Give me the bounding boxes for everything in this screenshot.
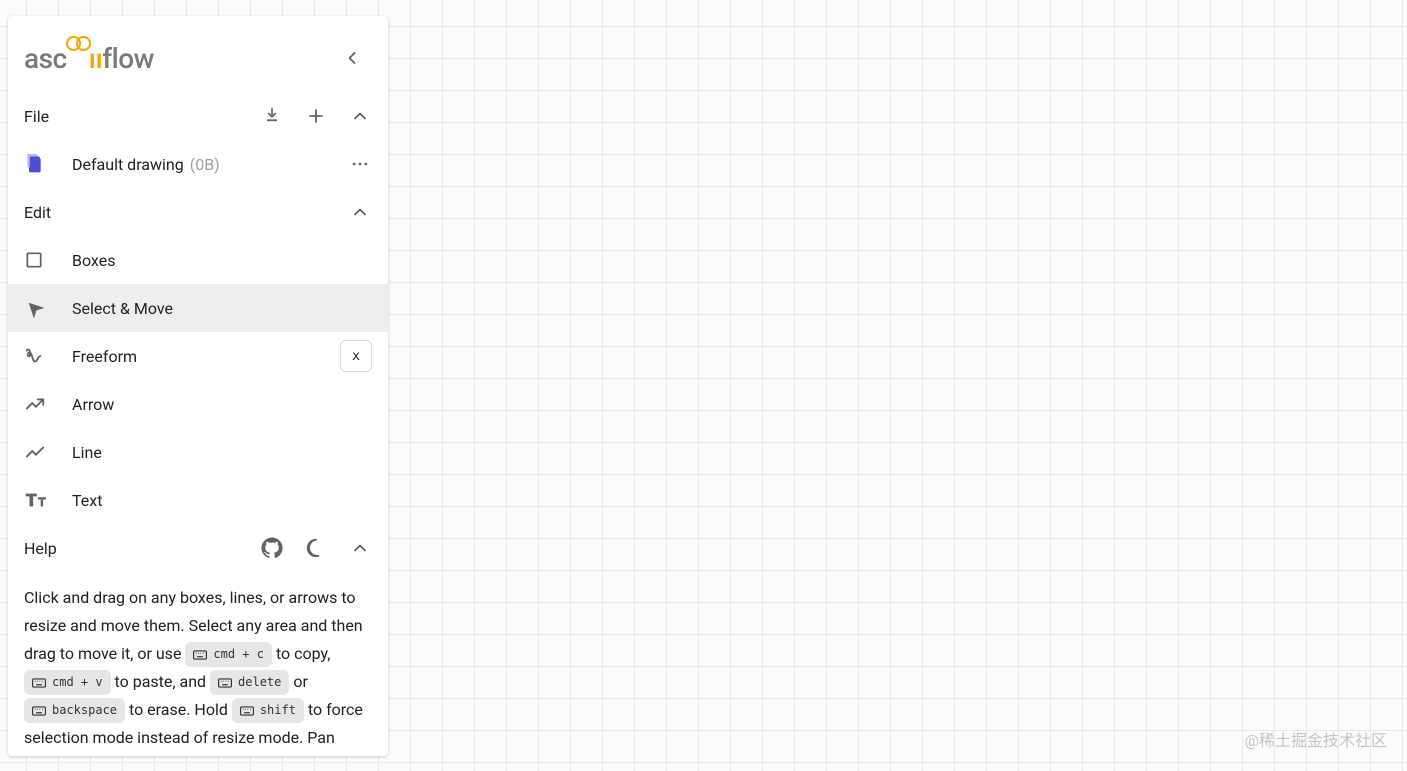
chevron-left-icon	[342, 48, 362, 68]
help-description: Click and drag on any boxes, lines, or a…	[8, 572, 388, 752]
gesture-icon	[24, 345, 46, 367]
tool-freeform-label: Freeform	[72, 347, 340, 366]
kbd-delete: delete	[210, 670, 289, 695]
box-icon	[24, 250, 44, 270]
tool-line[interactable]: Line	[8, 428, 388, 476]
help-text-3: to paste, and	[115, 672, 210, 691]
keyboard-icon	[193, 650, 207, 660]
kbd-paste: cmd + v	[24, 670, 111, 695]
trending-up-icon	[24, 393, 46, 415]
new-file-button[interactable]	[296, 96, 336, 136]
asciiflow-logo: ascııflow	[24, 42, 154, 75]
logo-ii-rings: ıı	[67, 42, 103, 75]
file-section-header[interactable]: File	[8, 92, 388, 140]
tool-select-move[interactable]: Select & Move	[8, 284, 388, 332]
chevron-up-icon	[350, 538, 370, 558]
chevron-up-icon	[350, 202, 370, 222]
file-name-label: Default drawing	[72, 155, 184, 174]
tool-boxes-label: Boxes	[72, 251, 372, 270]
tool-arrow[interactable]: Arrow	[8, 380, 388, 428]
kbd-shift: shift	[232, 698, 304, 723]
help-text-5: to erase. Hold	[129, 700, 232, 719]
github-link[interactable]	[252, 528, 292, 568]
file-menu-button[interactable]	[340, 144, 380, 184]
line-chart-icon	[24, 441, 46, 463]
keyboard-icon	[32, 706, 46, 716]
help-text-4: or	[293, 672, 308, 691]
github-icon	[261, 537, 283, 559]
tool-text-label: Text	[72, 491, 372, 510]
file-size-label: (0B)	[190, 155, 220, 174]
text-fields-icon	[24, 489, 46, 511]
logo-text-pre: asc	[24, 42, 67, 75]
document-icon	[24, 154, 44, 174]
logo-text-post: flow	[102, 42, 154, 75]
tool-text[interactable]: Text	[8, 476, 388, 524]
edit-collapse-button[interactable]	[340, 192, 380, 232]
download-button[interactable]	[252, 96, 292, 136]
download-icon	[262, 106, 282, 126]
freeform-shortcut-key: x	[340, 340, 372, 372]
watermark-text: @稀土掘金技术社区	[1245, 727, 1387, 751]
help-section-header[interactable]: Help	[8, 524, 388, 572]
file-section-label: File	[24, 107, 252, 126]
dark-mode-button[interactable]	[296, 528, 336, 568]
kbd-copy: cmd + c	[185, 642, 272, 667]
keyboard-icon	[240, 706, 254, 716]
help-section-label: Help	[24, 539, 252, 558]
moon-icon	[305, 537, 327, 559]
more-horizontal-icon	[350, 154, 370, 174]
sidebar-panel: ascııflow File Default drawing (0B)	[8, 16, 388, 756]
keyboard-icon	[218, 678, 232, 688]
chevron-up-icon	[350, 106, 370, 126]
tool-select-move-label: Select & Move	[72, 299, 372, 318]
cursor-icon	[24, 298, 44, 318]
edit-section-header[interactable]: Edit	[8, 188, 388, 236]
edit-section-label: Edit	[24, 203, 340, 222]
tool-boxes[interactable]: Boxes	[8, 236, 388, 284]
help-collapse-button[interactable]	[340, 528, 380, 568]
tool-freeform[interactable]: Freeform x	[8, 332, 388, 380]
keyboard-icon	[32, 678, 46, 688]
kbd-backspace: backspace	[24, 698, 125, 723]
file-item-default[interactable]: Default drawing (0B)	[8, 140, 388, 188]
sidebar-header: ascııflow	[8, 16, 388, 92]
tool-line-label: Line	[72, 443, 372, 462]
tool-arrow-label: Arrow	[72, 395, 372, 414]
collapse-sidebar-button[interactable]	[332, 38, 372, 78]
file-collapse-button[interactable]	[340, 96, 380, 136]
help-text-2: to copy,	[276, 644, 330, 663]
plus-icon	[306, 106, 326, 126]
